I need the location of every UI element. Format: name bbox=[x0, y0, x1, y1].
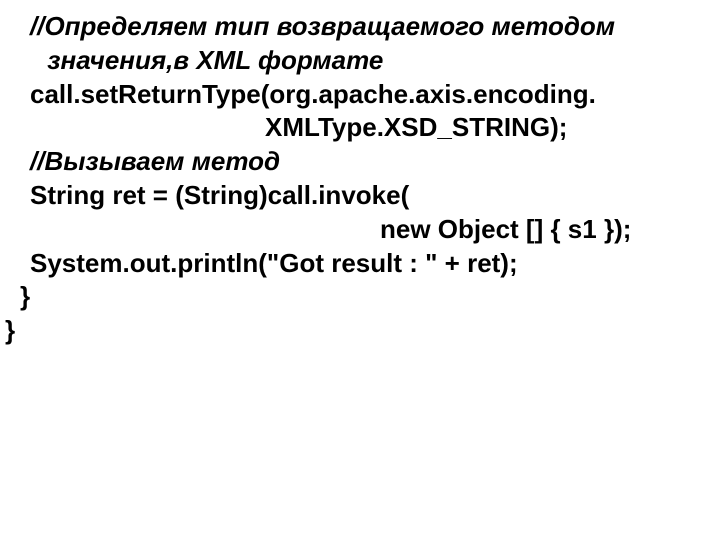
brace-close-inner: } bbox=[0, 280, 720, 314]
comment-return-type-1: //Определяем тип возвращаемого методом bbox=[0, 10, 720, 44]
code-invoke-1: String ret = (String)call.invoke( bbox=[0, 179, 720, 213]
comment-return-type-2: значения,в XML формате bbox=[0, 44, 720, 78]
brace-close-outer: } bbox=[0, 314, 720, 348]
comment-invoke: //Вызываем метод bbox=[0, 145, 720, 179]
code-println: System.out.println("Got result : " + ret… bbox=[0, 247, 720, 281]
code-invoke-2: new Object [] { s1 }); bbox=[0, 213, 720, 247]
code-set-return-type-2: XMLType.XSD_STRING); bbox=[0, 111, 720, 145]
code-snippet: //Определяем тип возвращаемого методом з… bbox=[0, 0, 720, 348]
code-set-return-type-1: call.setReturnType(org.apache.axis.encod… bbox=[0, 78, 720, 112]
